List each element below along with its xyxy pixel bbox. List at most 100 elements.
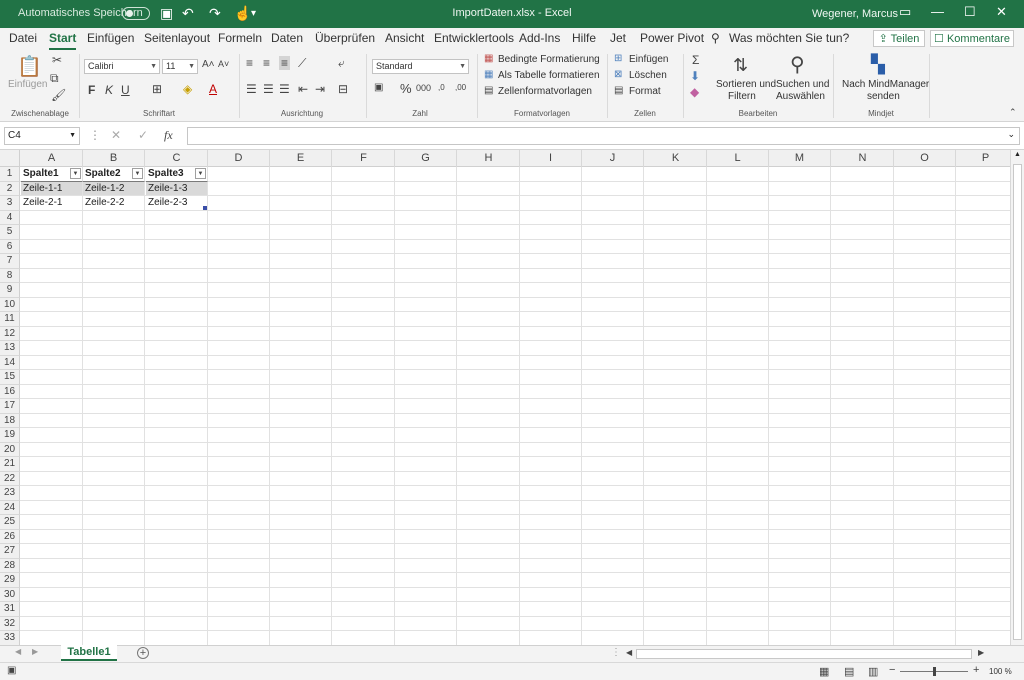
- zoom-out-icon[interactable]: −: [889, 664, 895, 676]
- minimize-icon[interactable]: —: [931, 4, 944, 19]
- tab-ansicht[interactable]: Ansicht: [385, 31, 424, 45]
- align-center-icon[interactable]: ☰: [263, 82, 274, 96]
- table-cell[interactable]: Zeile-1-3: [146, 181, 208, 196]
- row-header-7[interactable]: 7: [0, 254, 20, 269]
- scroll-right-icon[interactable]: ▶: [978, 648, 984, 657]
- row-header-27[interactable]: 27: [0, 544, 20, 559]
- font-color-icon[interactable]: A: [209, 82, 217, 96]
- row-header-3[interactable]: 3: [0, 196, 20, 211]
- prev-sheet-icon[interactable]: ◀: [15, 647, 21, 656]
- decrease-decimal-icon[interactable]: ,00: [455, 83, 466, 92]
- scroll-up-icon[interactable]: ▲: [1014, 151, 1021, 158]
- paste-icon[interactable]: 📋: [17, 54, 42, 79]
- tab-add-ins[interactable]: Add-Ins: [519, 31, 560, 45]
- zoom-in-icon[interactable]: +: [973, 664, 979, 676]
- merge-center-icon[interactable]: ⊟: [338, 82, 348, 96]
- row-header-28[interactable]: 28: [0, 558, 20, 573]
- table-cell[interactable]: Zeile-2-2: [83, 196, 145, 211]
- table-cell[interactable]: Zeile-1-1: [21, 181, 83, 196]
- clear-icon[interactable]: ◆: [690, 85, 699, 99]
- row-header-32[interactable]: 32: [0, 616, 20, 631]
- cut-icon[interactable]: ✂: [52, 53, 62, 67]
- row-header-13[interactable]: 13: [0, 341, 20, 356]
- tab-ueberpruefen[interactable]: Überprüfen: [315, 31, 375, 45]
- tab-seitenlayout[interactable]: Seitenlayout: [144, 31, 210, 45]
- column-header-f[interactable]: F: [333, 150, 395, 167]
- align-middle-icon[interactable]: ≡: [263, 56, 270, 70]
- ribbon-display-icon[interactable]: ▭: [899, 4, 911, 20]
- shrink-font-icon[interactable]: A˅: [218, 59, 229, 69]
- column-header-a[interactable]: A: [21, 150, 83, 167]
- add-sheet-icon[interactable]: +: [137, 647, 149, 659]
- send-to-mindmanager-line2[interactable]: senden: [867, 91, 900, 102]
- tab-split-handle-icon[interactable]: ⋮: [611, 647, 621, 658]
- share-button[interactable]: ⇪ Teilen: [873, 30, 925, 47]
- cancel-icon[interactable]: ✕: [111, 128, 121, 142]
- table-cell[interactable]: Zeile-1-2: [83, 181, 145, 196]
- font-size-combo[interactable]: 11 ▼: [162, 59, 198, 74]
- column-header-j[interactable]: J: [582, 150, 644, 167]
- delete-cells-button[interactable]: Löschen: [629, 70, 667, 81]
- row-header-26[interactable]: 26: [0, 529, 20, 544]
- column-header-c[interactable]: C: [146, 150, 208, 167]
- column-header-n[interactable]: N: [832, 150, 894, 167]
- row-header-14[interactable]: 14: [0, 355, 20, 370]
- row-header-29[interactable]: 29: [0, 573, 20, 588]
- filter-dropdown-icon[interactable]: ▼: [195, 168, 206, 179]
- send-to-mindmanager-button[interactable]: Nach MindManager: [842, 79, 929, 90]
- column-header-b[interactable]: B: [83, 150, 145, 167]
- number-format-combo[interactable]: Standard ▼: [372, 59, 469, 74]
- formula-input[interactable]: ⌄: [187, 127, 1020, 145]
- page-break-view-icon[interactable]: ▥: [868, 665, 878, 678]
- orientation-icon[interactable]: ⟋: [298, 56, 306, 71]
- autosum-icon[interactable]: Σ: [692, 53, 699, 67]
- row-header-12[interactable]: 12: [0, 326, 20, 341]
- find-select-button[interactable]: Suchen und: [776, 79, 829, 90]
- table-header-cell[interactable]: Spalte3 ▼: [146, 167, 208, 182]
- next-sheet-icon[interactable]: ▶: [32, 647, 38, 656]
- zoom-slider-thumb[interactable]: [933, 667, 936, 676]
- name-box[interactable]: C4 ▼: [4, 127, 80, 145]
- user-name[interactable]: Wegener, Marcus: [812, 8, 898, 20]
- fill-color-icon[interactable]: ◈: [183, 82, 192, 96]
- row-header-11[interactable]: 11: [0, 312, 20, 327]
- collapse-ribbon-icon[interactable]: ⌃: [1009, 107, 1017, 118]
- row-header-5[interactable]: 5: [0, 225, 20, 240]
- tell-me-input[interactable]: Was möchten Sie tun?: [729, 31, 849, 45]
- copy-icon[interactable]: ⧉: [50, 71, 59, 86]
- row-header-31[interactable]: 31: [0, 602, 20, 617]
- restore-icon[interactable]: ☐: [964, 4, 976, 20]
- row-header-4[interactable]: 4: [0, 210, 20, 225]
- vertical-scroll-thumb[interactable]: [1013, 164, 1022, 640]
- row-header-33[interactable]: 33: [0, 631, 20, 645]
- font-name-combo[interactable]: Calibri ▼: [84, 59, 160, 74]
- tab-datei[interactable]: Datei: [9, 31, 37, 45]
- tab-start[interactable]: Start: [49, 31, 77, 50]
- row-header-16[interactable]: 16: [0, 384, 20, 399]
- bold-button[interactable]: F: [88, 83, 95, 97]
- comments-button[interactable]: ☐ Kommentare: [930, 30, 1014, 47]
- horizontal-scrollbar[interactable]: [636, 649, 972, 659]
- select-all-corner[interactable]: [0, 150, 20, 167]
- align-left-icon[interactable]: ☰: [246, 82, 257, 96]
- tab-entwicklertools[interactable]: Entwicklertools: [434, 31, 514, 45]
- tab-power-pivot[interactable]: Power Pivot: [640, 31, 704, 45]
- sheet-tab-tabelle1[interactable]: Tabelle1: [61, 645, 117, 661]
- tab-formeln[interactable]: Formeln: [218, 31, 262, 45]
- italic-button[interactable]: K: [105, 83, 113, 97]
- row-header-10[interactable]: 10: [0, 297, 20, 312]
- row-header-17[interactable]: 17: [0, 399, 20, 414]
- align-bottom-icon[interactable]: ≡: [279, 56, 291, 70]
- row-header-9[interactable]: 9: [0, 283, 20, 298]
- column-header-l[interactable]: L: [707, 150, 769, 167]
- table-cell[interactable]: Zeile-2-1: [21, 196, 83, 211]
- table-resize-handle[interactable]: [203, 206, 207, 210]
- column-header-p[interactable]: P: [956, 150, 1010, 167]
- page-layout-view-icon[interactable]: ▤: [844, 665, 854, 678]
- row-header-1[interactable]: 1: [0, 167, 20, 182]
- row-header-8[interactable]: 8: [0, 268, 20, 283]
- fill-icon[interactable]: ⬇: [690, 69, 700, 83]
- column-header-o[interactable]: O: [894, 150, 956, 167]
- row-header-2[interactable]: 2: [0, 181, 20, 196]
- underline-button[interactable]: U: [121, 83, 130, 97]
